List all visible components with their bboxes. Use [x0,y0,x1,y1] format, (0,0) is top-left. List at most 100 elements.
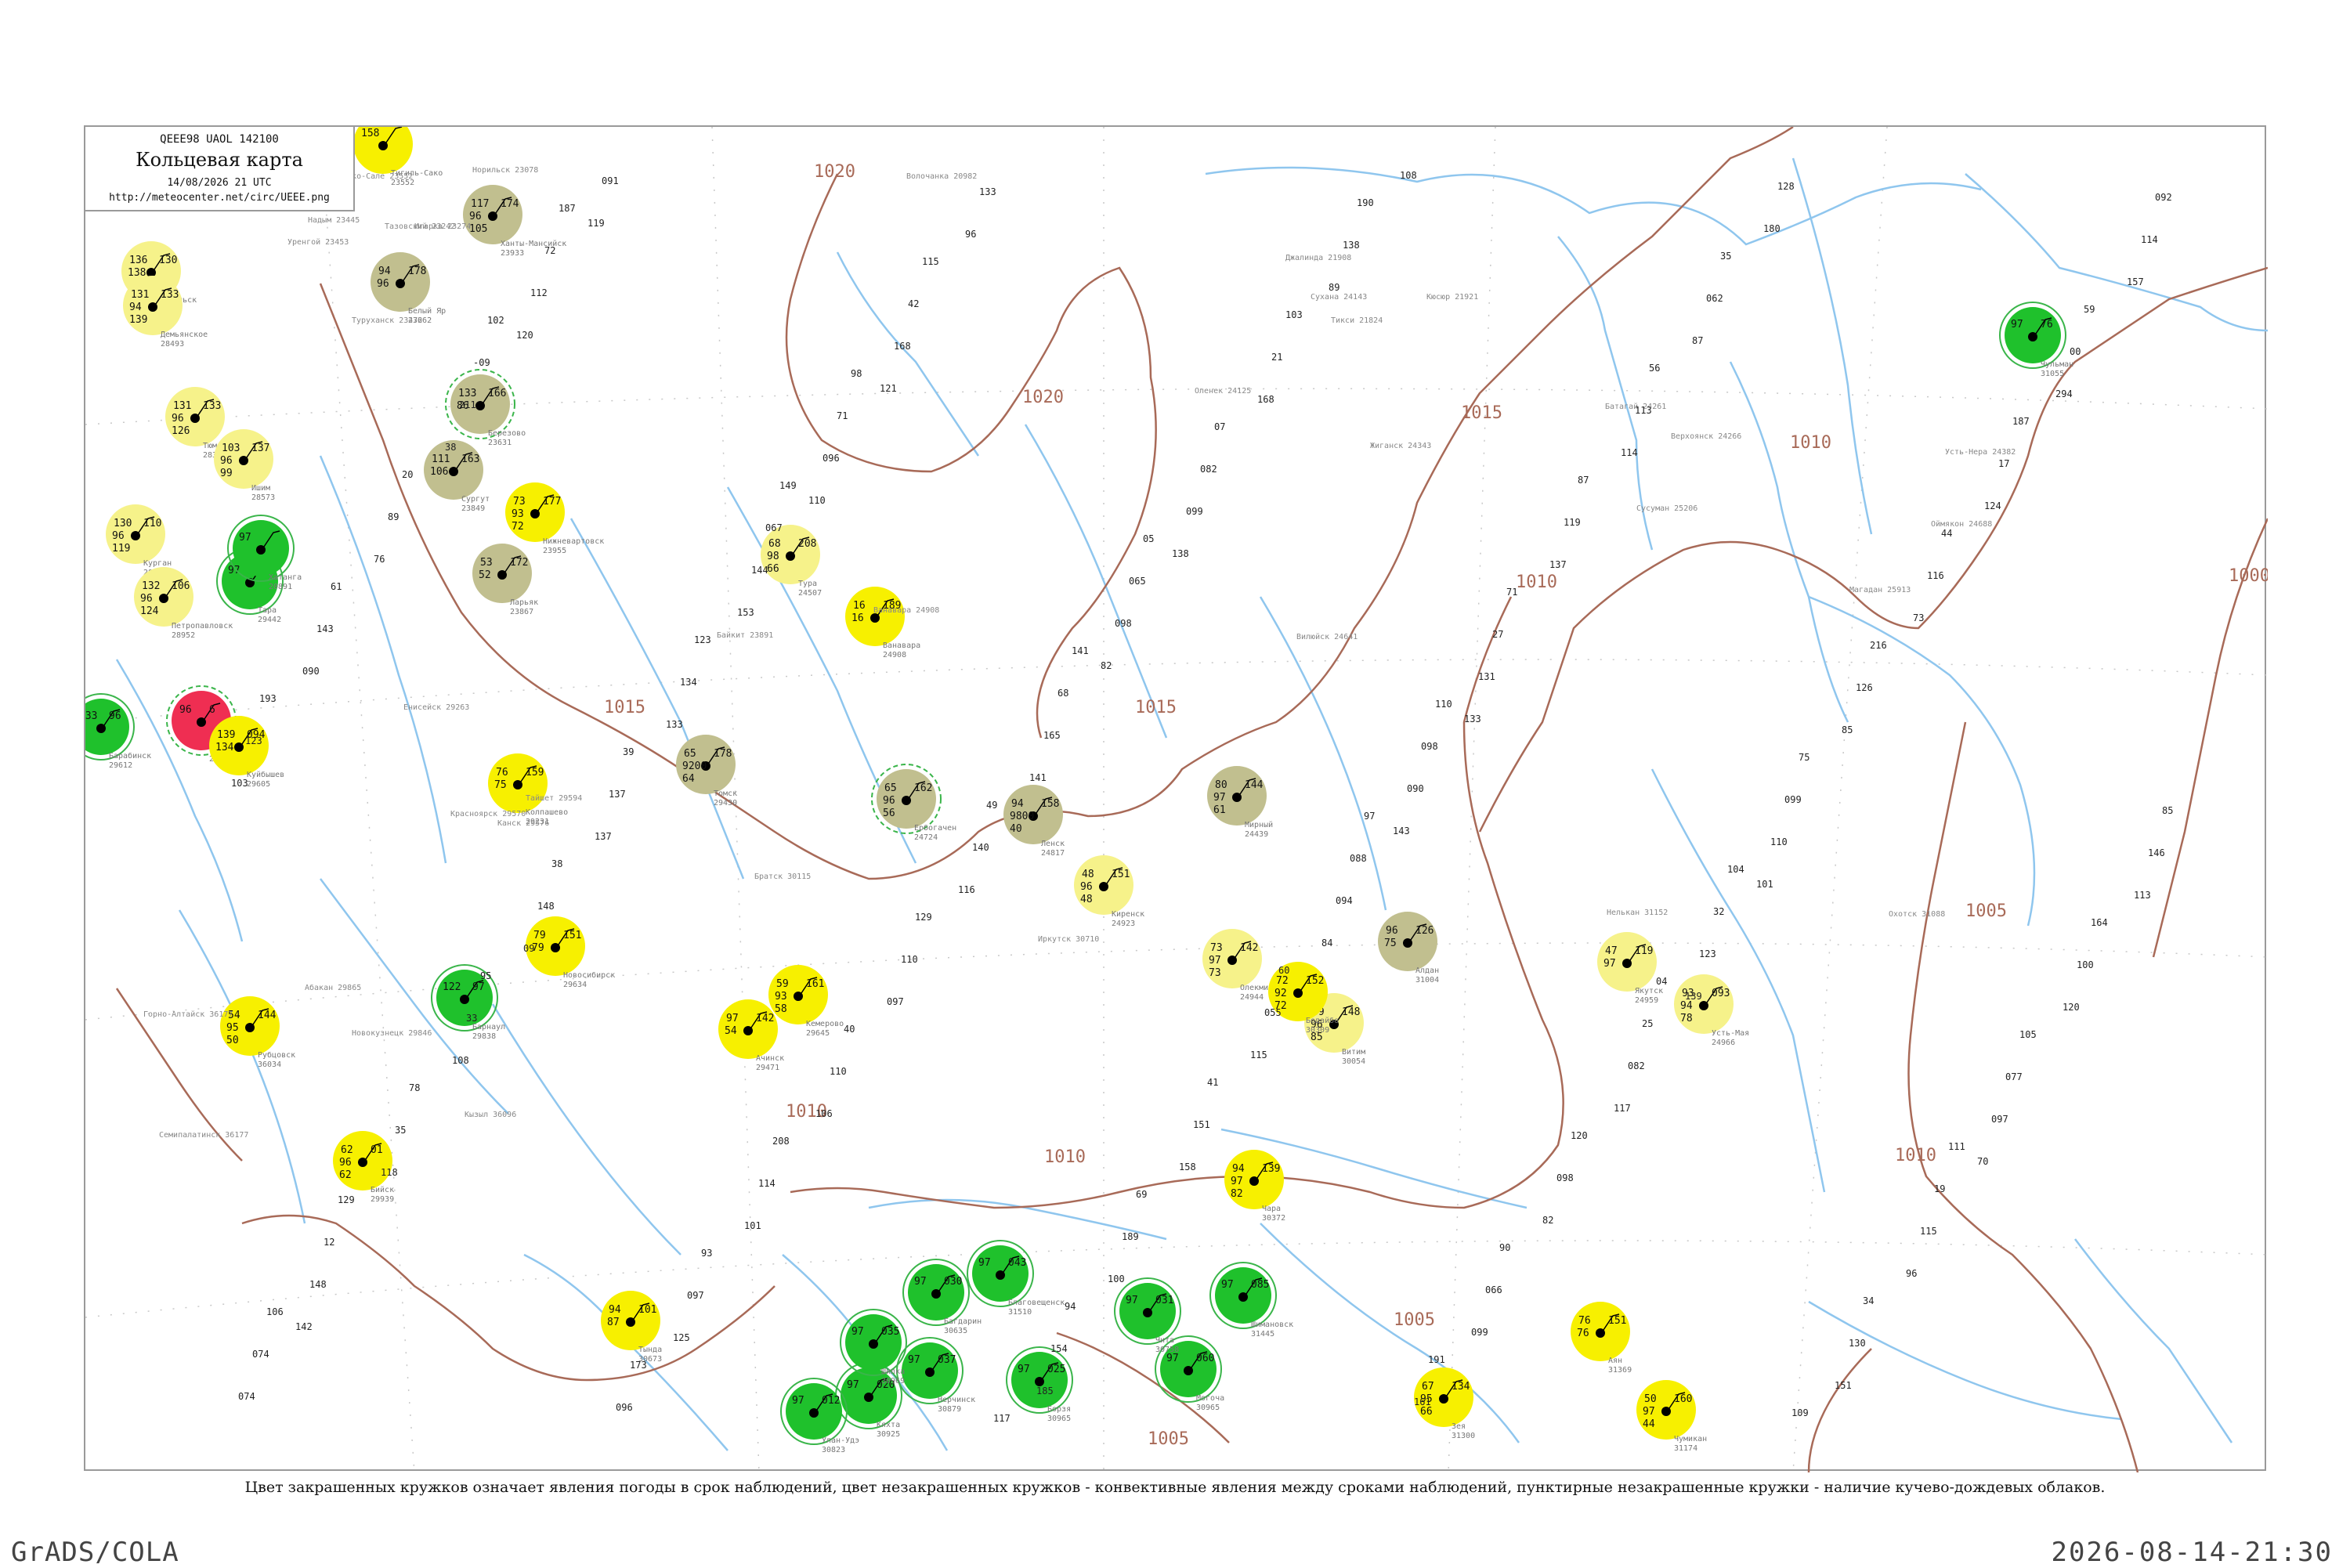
station-value: 97 [978,1257,991,1269]
station-name: Томск [714,789,737,798]
observation-value: 098 [1421,741,1438,752]
station-value: 96 [339,1157,352,1169]
station-name: Киренск [1112,910,1144,919]
station-code: 28493 [161,340,184,349]
observation-value: 106 [266,1306,284,1317]
station-code: 23955 [543,547,566,555]
station-label: Волочанка 20982 [906,172,977,181]
station-label: Кюсюр 21921 [1426,293,1478,302]
station-name: Сургут [461,495,490,504]
observation-value: 20 [402,469,413,480]
station-code: 30965 [1196,1404,1220,1412]
station-value: 161 [806,978,824,990]
station-value: 151 [1112,869,1130,880]
observation-value: 137 [609,789,626,800]
station-value: 94 [1680,1000,1693,1012]
map-frame: 1020 1020 1015 1015 1015 1010 1010 1010 … [84,125,2268,1472]
observation-value: 208 [772,1136,790,1147]
station-plot: 93 0939478Усть-Мая24966 [1674,974,1749,1047]
observation-value: 96 [1906,1268,1917,1279]
observation-value: 191 [1428,1354,1445,1365]
station-value: 52 [479,569,491,581]
observation-value: 89 [1329,282,1340,293]
observation-value: 092 [2155,192,2172,203]
station-label: Жиганск 24343 [1370,442,1431,450]
station-value: 152 [1306,975,1324,987]
station-plot: 53 172 52 Ларьяк23867 [472,544,538,616]
station-value: 94 [1011,798,1024,810]
station-value: 133 [203,400,221,412]
station-label: Байкит 23891 [717,630,773,640]
observation-value: 168 [894,341,911,352]
observation-value: 97 [1364,811,1375,822]
station-name: Чумикан [1674,1435,1707,1443]
station-plot: 122 97 Барнаул29838 [431,964,505,1041]
station-code: 29645 [806,1029,830,1038]
station-name: Тара [258,606,277,615]
station-value: 96 [179,704,192,716]
isobar-label: 1005 [1965,901,2007,921]
isobar-label: 1020 [814,162,855,182]
station-plot: 79 15179Новосибирск29634 [526,916,615,989]
station-value: 97 [1603,958,1616,970]
station-value: 139 [129,314,147,326]
observation-value: 142 [295,1321,313,1332]
station-code: 30823 [822,1446,845,1454]
observation-value: 100 [2077,959,2094,970]
station-plot: 47 119 97 Якутск24959 [1597,932,1663,1005]
station-value: 97 [1231,1176,1243,1187]
station-value: 103 [222,443,240,454]
station-value: 97 [1209,955,1221,966]
footer-software: GrADS/COLA [11,1537,179,1568]
observation-value: 130 [1849,1338,1866,1349]
station-value: 62 [339,1169,352,1181]
station-value: 9800 [1010,811,1034,822]
observation-value: 062 [1706,293,1723,304]
station-label: Магадан 25913 [1849,586,1911,594]
station-value: 012 [822,1395,840,1407]
station-value: 6 [209,704,215,716]
station-value: 48 [1082,869,1094,880]
observation-value: 19 [1934,1183,1945,1194]
station-name: Кемерово [806,1020,844,1028]
rivers-and-coast [115,157,2268,1451]
station-label: Тайшет 29594 [526,793,582,803]
station-code: 24724 [914,833,938,842]
observation-value: 129 [915,912,932,923]
source-url: http://meteocenter.net/circ/UEEE.png [109,192,330,204]
observation-value: 164 [2091,917,2108,928]
observation-value: 141 [1029,772,1047,783]
station-value: 131 [131,289,149,301]
observation-value: 099 [1186,506,1203,517]
observation-value: 123 [245,735,262,746]
weather-fill-circle [85,699,129,755]
observation-value: 121 [880,383,897,394]
station-value: 031 [1155,1295,1173,1306]
station-plot: 97 031 Чита30758 [1114,1277,1181,1354]
station-value: 131 [173,400,191,412]
observation-value: 96 [965,229,976,240]
station-name: Ишим [251,484,270,493]
observation-value: -09 [473,357,490,368]
observation-value: 34 [1863,1295,1874,1306]
station-name: Шимановск [1251,1321,1293,1329]
station-labels: Тарко-Сале 23552Надым 23445Уренгой 23453… [143,150,2173,1424]
station-plot: 94 139 9782 Чара30372 [1224,1150,1285,1223]
station-value: 97 [1018,1364,1030,1375]
station-value: 97 [726,1013,739,1024]
station-name: Могоча [1196,1394,1224,1403]
observation-value: 17 [1998,458,2009,469]
station-plot: 94 17896Белый Яр23662 [371,252,446,325]
station-code: 31055 [2041,370,2064,378]
footer-timestamp: 2026-08-14-21:30 [2051,1537,2333,1568]
legend-note: Цвет закрашенных кружков означает явлени… [244,1479,2106,1496]
station-value: 93 [512,508,524,520]
observation-value: 38 [445,442,456,453]
station-value: 76 [1577,1328,1589,1339]
station-value: 160 [1674,1393,1692,1405]
isobar-label: 1015 [604,698,645,717]
observation-value: 096 [616,1402,633,1413]
station-value: 94 [1232,1163,1245,1175]
station-value: 110 [143,518,161,529]
station-code: 36034 [258,1060,281,1069]
